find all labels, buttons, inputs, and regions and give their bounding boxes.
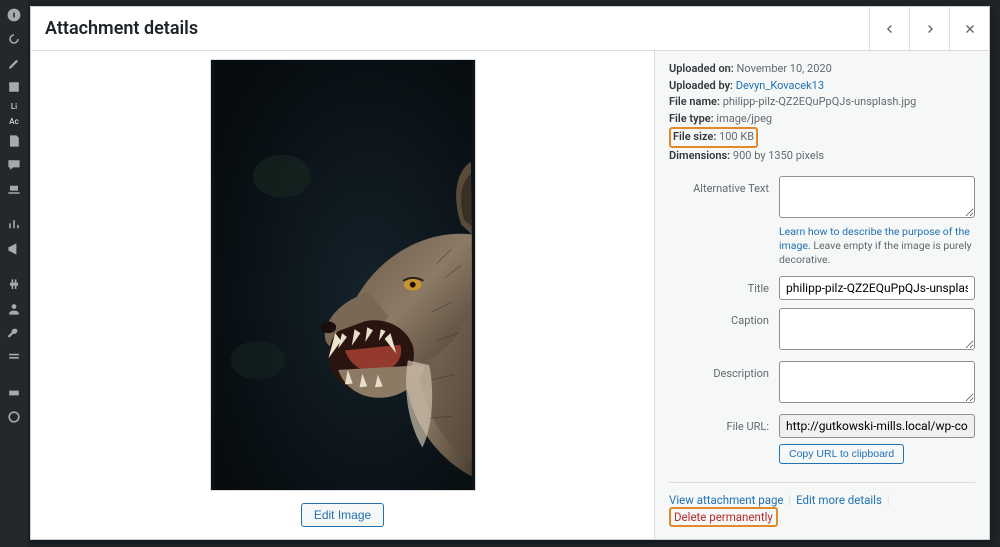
uploaded-on-label: Uploaded on:	[669, 62, 734, 75]
tools-icon[interactable]	[5, 324, 23, 342]
title-input[interactable]	[779, 276, 975, 300]
users-icon[interactable]	[5, 300, 23, 318]
chevron-right-icon	[923, 22, 937, 36]
alt-text-help: Learn how to describe the purpose of the…	[779, 225, 975, 268]
close-button[interactable]	[949, 7, 989, 51]
title-label: Title	[669, 276, 779, 295]
file-type-label: File type:	[669, 112, 714, 125]
next-button[interactable]	[909, 7, 949, 51]
chevron-left-icon	[883, 22, 897, 36]
media-icon[interactable]	[5, 78, 23, 96]
modal-body: Edit Image Uploaded on: November 10, 202…	[31, 51, 989, 539]
attachment-preview-image	[210, 59, 476, 491]
plugins-icon[interactable]	[5, 276, 23, 294]
collapse-icon[interactable]	[5, 408, 23, 426]
updates-icon[interactable]	[5, 30, 23, 48]
file-type-value: image/jpeg	[716, 112, 772, 125]
appearance-icon[interactable]	[5, 180, 23, 198]
alt-text-input[interactable]	[779, 176, 975, 218]
uploaded-by-link[interactable]: Devyn_Kovacek13	[736, 79, 824, 92]
description-input[interactable]	[779, 361, 975, 403]
alt-text-label: Alternative Text	[669, 176, 779, 195]
sidebar-li-label: Li	[11, 102, 17, 111]
link-separator: |	[887, 493, 890, 507]
edit-more-details-link[interactable]: Edit more details	[796, 493, 882, 507]
description-label: Description	[669, 361, 779, 380]
settings-icon[interactable]	[5, 348, 23, 366]
close-icon	[963, 22, 977, 36]
file-size-highlight: File size: 100 KB	[669, 127, 758, 148]
attachment-meta: Uploaded on: November 10, 2020 Uploaded …	[669, 61, 975, 164]
delete-highlight: Delete permanently	[669, 507, 778, 527]
delete-permanently-link[interactable]: Delete permanently	[674, 510, 773, 524]
wp-admin-sidebar: Li Ac	[0, 0, 28, 547]
copy-url-button[interactable]: Copy URL to clipboard	[779, 444, 904, 464]
misc-icon[interactable]	[5, 384, 23, 402]
file-url-label: File URL:	[669, 414, 779, 433]
caption-label: Caption	[669, 308, 779, 327]
edit-image-button[interactable]: Edit Image	[301, 503, 384, 527]
file-size-value: 100 KB	[719, 130, 754, 143]
dashboard-icon[interactable]	[5, 6, 23, 24]
marketing-icon[interactable]	[5, 240, 23, 258]
comments-icon[interactable]	[5, 156, 23, 174]
dimensions-value: 900 by 1350 pixels	[733, 149, 824, 162]
attachment-details-modal: Attachment details	[30, 6, 990, 540]
caption-input[interactable]	[779, 308, 975, 350]
uploaded-by-label: Uploaded by:	[669, 79, 733, 92]
pages-icon[interactable]	[5, 132, 23, 150]
dimensions-label: Dimensions:	[669, 149, 730, 162]
file-name-label: File name:	[669, 95, 720, 108]
actions-divider	[669, 482, 975, 483]
view-attachment-page-link[interactable]: View attachment page	[669, 493, 784, 507]
preview-pane: Edit Image	[31, 51, 655, 539]
sidebar-ac-label: Ac	[9, 117, 18, 126]
uploaded-on-value: November 10, 2020	[737, 62, 832, 75]
modal-nav-buttons	[869, 7, 989, 50]
file-size-label: File size:	[673, 130, 716, 143]
modal-header: Attachment details	[31, 7, 989, 51]
analytics-icon[interactable]	[5, 216, 23, 234]
wolf-image	[211, 60, 475, 490]
posts-icon[interactable]	[5, 54, 23, 72]
details-pane: Uploaded on: November 10, 2020 Uploaded …	[655, 51, 989, 539]
modal-title: Attachment details	[45, 18, 198, 39]
prev-button[interactable]	[869, 7, 909, 51]
link-separator: |	[788, 493, 791, 507]
action-links: View attachment page | Edit more details…	[669, 493, 975, 527]
file-name-value: philipp-pilz-QZ2EQuPpQJs-unsplash.jpg	[723, 95, 917, 108]
file-url-input[interactable]	[779, 414, 975, 438]
